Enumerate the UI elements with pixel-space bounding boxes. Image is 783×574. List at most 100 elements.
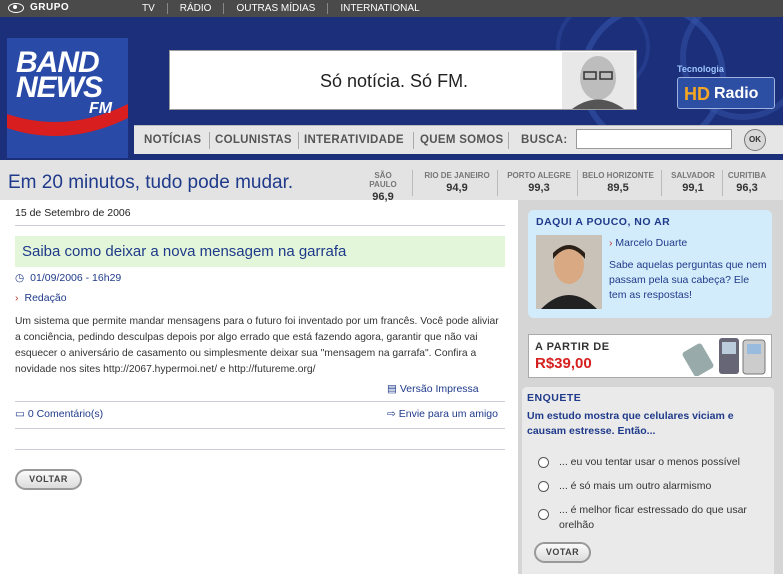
city-freq: 99,1 <box>682 182 704 194</box>
divider <box>15 401 505 402</box>
city-name: BELO HORIZONTE <box>582 171 654 180</box>
tagline-bar: Em 20 minutos, tudo pode mudar. SÃO PAUL… <box>0 160 783 203</box>
hd-radio-caption: Tecnologia <box>677 64 724 74</box>
poll-option-label: ... eu vou tentar usar o menos possível <box>559 456 740 468</box>
article-timestamp-row: ◷ 01/09/2006 - 16h29 <box>15 272 121 284</box>
send-icon: ⇨ <box>387 408 396 420</box>
poll-heading: ENQUETE <box>527 392 582 404</box>
city-freq: 94,9 <box>446 182 468 194</box>
host-name: Marcelo Duarte <box>615 237 688 249</box>
on-air-heading: DAQUI A POUCO, NO AR <box>536 216 671 228</box>
tagline: Em 20 minutos, tudo pode mudar. <box>8 172 294 193</box>
menu-interatividade[interactable]: INTERATIVIDADE <box>304 134 404 146</box>
city-freq: 89,5 <box>607 182 629 194</box>
clock-icon: ◷ <box>15 272 25 284</box>
print-version-label: Versão Impressa <box>399 383 479 395</box>
poll-option-label: ... é melhor ficar estressado do que usa… <box>559 504 747 531</box>
city-frequency: RIO DE JANEIRO 94,9 <box>423 171 491 194</box>
print-version-link[interactable]: ▤ Versão Impressa <box>387 383 479 395</box>
menu-noticias[interactable]: NOTÍCIAS <box>144 134 201 146</box>
ad-banner[interactable]: Só notícia. Só FM. <box>169 50 637 110</box>
banner-text: Só notícia. Só FM. <box>320 71 469 91</box>
top-nav-tv[interactable]: TV <box>142 3 167 14</box>
city-freq: 99,3 <box>528 182 550 194</box>
comments-link[interactable]: ▭ 0 Comentário(s) <box>15 408 103 420</box>
city-divider <box>412 170 413 196</box>
poll-radio[interactable] <box>538 509 549 520</box>
poll-question: Um estudo mostra que celulares viciam e … <box>527 410 734 437</box>
article-author[interactable]: Redação <box>25 292 67 304</box>
logo-fm: FM <box>89 100 113 117</box>
city-divider <box>661 170 662 196</box>
main-menu: NOTÍCIAS COLUNISTAS INTERATIVIDADE QUEM … <box>134 125 783 154</box>
city-freq: 96,9 <box>372 191 394 203</box>
on-air-description: Sabe aquelas perguntas que nem passam pe… <box>609 259 767 301</box>
grupo-brand[interactable]: GRUPO <box>8 2 69 13</box>
city-frequency: BELO HORIZONTE 89,5 <box>581 171 655 194</box>
vote-button[interactable]: VOTAR <box>534 542 591 563</box>
city-divider <box>722 170 723 196</box>
city-frequency: PORTO ALEGRE 99,3 <box>506 171 572 194</box>
top-bar: GRUPO TV RÁDIO OUTRAS MÍDIAS INTERNATION… <box>0 0 783 17</box>
poll-option-label: ... é só mais um outro alarmismo <box>559 480 712 492</box>
city-frequency: CURITIBA 96,3 <box>727 171 767 194</box>
grupo-label: GRUPO <box>30 2 70 13</box>
search-label: BUSCA: <box>521 134 568 146</box>
phone-ad[interactable]: A PARTIR DE R$39,00 <box>528 334 772 378</box>
menu-divider <box>508 132 509 149</box>
city-divider <box>577 170 578 196</box>
on-air-panel: DAQUI A POUCO, NO AR › Marcelo Duarte Sa… <box>528 210 772 318</box>
poll-option[interactable]: ... é só mais um outro alarmismo <box>538 479 711 494</box>
city-divider <box>497 170 498 196</box>
menu-divider <box>413 132 414 149</box>
poll-radio[interactable] <box>538 457 549 468</box>
back-button[interactable]: VOLTAR <box>15 469 82 490</box>
top-nav-international[interactable]: INTERNATIONAL <box>327 3 431 14</box>
host-photo[interactable] <box>536 235 602 309</box>
article-date: 15 de Setembro de 2006 <box>15 207 131 219</box>
send-to-friend-label: Envie para um amigo <box>398 408 498 420</box>
bandnews-logo[interactable]: BAND NEWS FM <box>7 38 128 158</box>
menu-quem-somos[interactable]: QUEM SOMOS <box>420 134 504 146</box>
divider <box>15 428 505 429</box>
city-name: RIO DE JANEIRO <box>424 171 490 180</box>
menu-divider <box>209 132 210 149</box>
print-icon: ▤ <box>387 383 397 395</box>
radio-text: Radio <box>714 85 759 102</box>
city-name: CURITIBA <box>727 171 767 180</box>
ad-price-label: A PARTIR DE <box>535 341 610 353</box>
search-ok-button[interactable]: OK <box>744 129 766 151</box>
menu-divider <box>298 132 299 149</box>
article-timestamp: 01/09/2006 - 16h29 <box>30 272 122 284</box>
arrow-bullet-icon: › <box>15 292 19 304</box>
menu-colunistas[interactable]: COLUNISTAS <box>215 134 292 146</box>
send-to-friend-link[interactable]: ⇨ Envie para um amigo <box>387 408 498 420</box>
city-frequency: SÃO PAULO 96,9 <box>360 171 406 203</box>
top-nav: TV RÁDIO OUTRAS MÍDIAS INTERNATIONAL <box>142 3 432 14</box>
poll-radio[interactable] <box>538 481 549 492</box>
comment-icon: ▭ <box>15 408 25 420</box>
top-nav-radio[interactable]: RÁDIO <box>166 3 224 14</box>
divider <box>15 449 505 450</box>
band-eye-icon <box>8 2 24 13</box>
city-freq: 96,3 <box>736 182 758 194</box>
article-body: Um sistema que permite mandar mensagens … <box>15 316 499 375</box>
poll-option[interactable]: ... eu vou tentar usar o menos possível <box>538 455 740 470</box>
city-frequency: SALVADOR 99,1 <box>670 171 716 194</box>
host-name-link[interactable]: › Marcelo Duarte <box>609 237 687 249</box>
city-name: SALVADOR <box>671 171 715 180</box>
ad-price: R$39,00 <box>535 355 592 372</box>
hd-text: HD <box>684 84 710 104</box>
poll-panel: ENQUETE Um estudo mostra que celulares v… <box>522 387 774 574</box>
comments-label: 0 Comentário(s) <box>27 408 104 420</box>
banner-person-image <box>562 52 634 109</box>
phones-image <box>682 338 766 376</box>
article-author-row: › Redação <box>15 292 67 304</box>
article-title: Saiba como deixar a nova mensagem na gar… <box>22 243 347 260</box>
poll-option[interactable]: ... é melhor ficar estressado do que usa… <box>538 503 763 533</box>
divider <box>15 225 505 226</box>
article-title-box: Saiba como deixar a nova mensagem na gar… <box>15 236 505 267</box>
search-input[interactable] <box>576 129 732 149</box>
city-name: PORTO ALEGRE <box>507 171 571 180</box>
top-nav-outras-midias[interactable]: OUTRAS MÍDIAS <box>223 3 327 14</box>
